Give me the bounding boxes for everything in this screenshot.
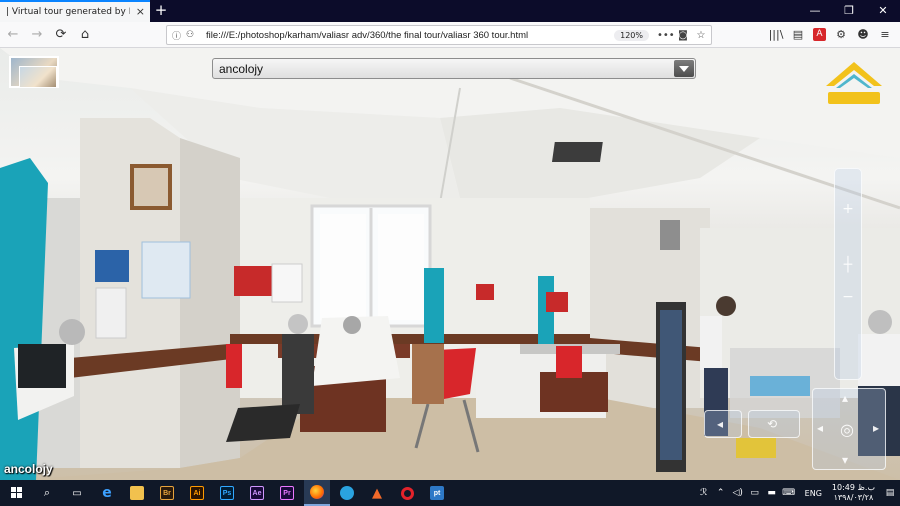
arrow-left-pad-icon: ◂ (817, 421, 824, 435)
pan-left-button[interactable]: ◂ (704, 410, 742, 438)
home-button[interactable]: ⌂ (74, 24, 96, 46)
notifications-icon[interactable]: ▤ (883, 488, 897, 498)
forward-button[interactable]: → (26, 24, 48, 46)
tab-bar: | Virtual tour generated by Panotour × +… (0, 0, 900, 22)
scene-thumbnail[interactable] (9, 56, 59, 88)
arrow-left-icon: ◂ (717, 417, 724, 431)
arrow-right-icon: ▸ (873, 421, 880, 435)
restore-button[interactable]: ❐ (832, 0, 866, 22)
extension-gear-icon[interactable]: ⚙ (830, 25, 852, 45)
scene-select-dropdown[interactable]: ancolojy (212, 58, 696, 79)
page-actions-icon[interactable]: ••• (657, 30, 675, 41)
navigation-pad: ◂ ⟲ ▴ ▾ ◂ ▸ ◎ (704, 388, 894, 476)
adobe-premiere-icon[interactable]: Pr (274, 480, 300, 506)
direction-pad[interactable]: ▴ ▾ ◂ ▸ ◎ (812, 388, 886, 470)
file-explorer-icon[interactable] (124, 480, 150, 506)
arrow-up-icon: ▴ (842, 391, 849, 405)
screen: | Virtual tour generated by Panotour × +… (0, 0, 900, 506)
reload-button[interactable]: ⟳ (50, 24, 72, 46)
close-tab-icon[interactable]: × (136, 6, 145, 18)
task-view-icon[interactable]: ▭ (64, 480, 90, 506)
system-tray: ℛ ⌃ ◁) ▭ ▬ ⌨ ENG 10:49 ب.ظ ۱۳۹۸/۰۳/۲۸ ▤ (697, 480, 900, 506)
url-bar[interactable]: ⓘ ⚇ file:///E:/photoshop/karham/valiasr … (166, 25, 712, 45)
library-icon[interactable]: |||\ (765, 25, 787, 45)
zoom-in-icon[interactable]: + (835, 201, 861, 217)
scene-thumbnail-inner (19, 66, 57, 88)
arrow-down-icon: ▾ (842, 453, 849, 467)
chevron-down-icon[interactable] (674, 60, 694, 77)
windows-taskbar: ⌕ ▭ e Br Ai Ps Ae Pr ▲ pt ℛ ⌃ ◁) ▭ ▬ ⌨ E… (0, 480, 900, 506)
hospital-logo (826, 62, 882, 104)
zoom-out-icon[interactable]: − (835, 289, 861, 305)
adobe-after-effects-icon[interactable]: Ae (244, 480, 270, 506)
adobe-illustrator-icon[interactable]: Ai (184, 480, 210, 506)
browser-tab[interactable]: | Virtual tour generated by Panotour × (0, 0, 150, 22)
sidebar-icon[interactable]: ▤ (787, 25, 809, 45)
show-hidden-icons-chevron[interactable]: ⌃ (714, 488, 728, 498)
clock[interactable]: 10:49 ب.ظ ۱۳۹۸/۰۳/۲۸ (832, 483, 875, 503)
clock-time: 10:49 ب.ظ (831, 483, 875, 492)
hamburger-menu-icon[interactable]: ≡ (874, 25, 896, 45)
panorama-viewport[interactable]: ancolojy ancolojy + ┼ − ◂ ⟲ ▴ ▾ ◂ ▸ ◎ (0, 48, 900, 480)
autorotate-icon: ⟲ (767, 417, 778, 431)
keyboard-icon[interactable]: ⌨ (782, 488, 796, 498)
new-tab-button[interactable]: + (150, 0, 172, 22)
extension-pdf-icon[interactable]: A (813, 28, 826, 41)
permissions-icon[interactable]: ⚇ (186, 30, 202, 40)
window-controls: — ❐ ✕ (798, 0, 900, 22)
minimize-button[interactable]: — (798, 0, 832, 22)
adobe-photoshop-icon[interactable]: Ps (214, 480, 240, 506)
zoom-indicator[interactable]: 120% (614, 29, 649, 41)
scene-name-watermark: ancolojy (4, 462, 53, 476)
navigation-toolbar: ← → ⟳ ⌂ ⓘ ⚇ file:///E:/photoshop/karham/… (0, 22, 900, 48)
toolbar-right: |||\ ▤ A ⚙ ☻ ≡ (765, 25, 896, 45)
zoom-handle-icon[interactable]: ┼ (835, 257, 861, 273)
panotour-icon[interactable]: pt (424, 480, 450, 506)
volume-icon[interactable]: ◁) (731, 488, 745, 498)
back-button[interactable]: ← (2, 24, 24, 46)
adobe-bridge-icon[interactable]: Br (154, 480, 180, 506)
close-window-button[interactable]: ✕ (866, 0, 900, 22)
edge-browser-icon[interactable]: e (94, 480, 120, 506)
info-icon[interactable]: ⓘ (172, 29, 186, 42)
people-icon[interactable]: ℛ (697, 488, 711, 498)
bookmark-star-icon[interactable]: ☆ (693, 30, 709, 41)
network-icon[interactable]: ▭ (748, 488, 762, 498)
zoom-slider[interactable]: + ┼ − (834, 168, 862, 380)
language-indicator[interactable]: ENG (805, 489, 822, 498)
autorotate-button[interactable]: ⟲ (748, 410, 800, 438)
opera-icon[interactable] (394, 480, 420, 506)
extension-profile-icon[interactable]: ☻ (852, 25, 874, 45)
telegram-icon[interactable] (334, 480, 360, 506)
windows-start-icon[interactable] (4, 480, 30, 506)
search-icon[interactable]: ⌕ (34, 480, 60, 506)
firefox-icon[interactable] (304, 480, 330, 506)
tab-title: | Virtual tour generated by Panotour (6, 7, 130, 17)
url-text[interactable]: file:///E:/photoshop/karham/valiasr adv/… (202, 30, 614, 41)
app-orange-icon[interactable]: ▲ (364, 480, 390, 506)
clock-date: ۱۳۹۸/۰۳/۲۸ (833, 493, 874, 502)
center-ring-icon: ◎ (840, 420, 854, 439)
scene-select-value: ancolojy (219, 62, 264, 76)
battery-icon[interactable]: ▬ (765, 488, 779, 498)
pocket-icon[interactable]: ◙ (675, 30, 691, 41)
